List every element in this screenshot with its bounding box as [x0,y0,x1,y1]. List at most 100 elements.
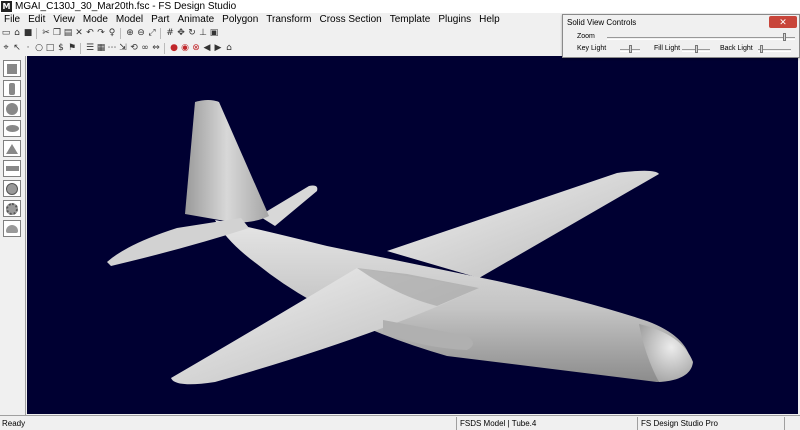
solid-view-controls-panel: Solid View Controls ✕ Zoom Key Light Fil… [562,14,800,58]
copy-icon[interactable]: ❐ [52,28,62,39]
cube-shape-icon[interactable] [3,60,21,77]
open-folder-icon[interactable]: ⌂ [12,28,22,39]
status-product: FS Design Studio Pro [641,419,718,428]
pan-icon[interactable]: ✥ [176,28,186,39]
sphere-shape-icon[interactable] [3,100,21,117]
menu-help[interactable]: Help [475,14,504,25]
arrow-left-icon[interactable]: ◀ [202,43,212,54]
fill-light-slider-track[interactable] [682,45,710,53]
toolbar-separator [160,27,164,39]
menu-plugins[interactable]: Plugins [434,14,475,25]
edit-toolbar: ⌖ ↖ · ○ □ $ ⚑ ☰ ▦ ⋯ ⇲ ⟲ ∞ ⇔ ● ◉ ⊗ ◀ ▶ ⌂ [1,41,561,55]
key-light-slider-track[interactable] [620,45,640,53]
zoom-slider-thumb[interactable] [783,33,786,41]
toolbar-separator [164,42,168,54]
menu-transform[interactable]: Transform [262,14,315,25]
window-title: MGAI_C130J_30_Mar20th.fsc - FS Design St… [15,1,237,12]
menu-cross-section[interactable]: Cross Section [316,14,386,25]
mirror-icon[interactable]: ⇔ [151,43,161,54]
back-light-slider-track[interactable] [758,45,791,53]
wedge-shape-icon[interactable] [3,160,21,177]
fill-light-label: Fill Light [654,45,681,52]
menu-file[interactable]: File [0,14,24,25]
status-divider [637,417,638,430]
rotate-icon[interactable]: ↻ [187,28,197,39]
circle-icon[interactable]: ○ [34,43,44,54]
red-stop-icon[interactable]: ● [169,43,179,54]
cylinder-shape-icon[interactable] [3,80,21,97]
menu-animate[interactable]: Animate [173,14,218,25]
key-light-label: Key Light [577,45,607,52]
window-titlebar: M MGAI_C130J_30_Mar20th.fsc - FS Design … [0,0,800,13]
delete-icon[interactable]: ✕ [74,28,84,39]
status-divider [784,417,785,430]
key-light-slider-thumb[interactable] [629,45,632,53]
menu-mode[interactable]: Mode [79,14,112,25]
select-icon[interactable]: ⌖ [1,43,11,54]
cursor-icon[interactable]: ↖ [12,43,22,54]
menu-part[interactable]: Part [147,14,173,25]
light-bulb-icon[interactable]: ♀ [107,28,117,39]
axes-icon[interactable]: ⊥ [198,28,208,39]
toolbar-separator [80,42,84,54]
zoom-in-icon[interactable]: ⊕ [125,28,135,39]
fill-light-slider-thumb[interactable] [695,45,698,53]
back-light-label: Back Light [720,45,753,52]
red-record-icon[interactable]: ⊗ [191,43,201,54]
close-icon[interactable]: ✕ [769,16,797,28]
scale-icon[interactable]: ⇲ [118,43,128,54]
back-light-slider-thumb[interactable] [760,45,763,53]
dollar-icon[interactable]: $ [56,43,66,54]
fit-view-icon[interactable]: ⤢ [147,28,157,39]
menu-edit[interactable]: Edit [24,14,49,25]
arrow-right-icon[interactable]: ▶ [213,43,223,54]
undo-icon[interactable]: ↶ [85,28,95,39]
hemisphere-shape-icon[interactable] [3,220,21,237]
rectangle-icon[interactable]: □ [45,43,55,54]
rotate-3d-icon[interactable]: ⟲ [129,43,139,54]
grid-view-icon[interactable]: ▦ [96,43,106,54]
far-wing [387,170,659,278]
zoom-slider-track[interactable] [607,33,795,41]
grid-icon[interactable]: # [165,28,175,39]
display-icon[interactable]: ▣ [209,28,219,39]
shape-toolbar [0,56,26,415]
zoom-out-icon[interactable]: ⊖ [136,28,146,39]
status-divider [456,417,457,430]
zoom-label: Zoom [577,33,595,40]
torus-shape-icon[interactable] [3,200,21,217]
status-bar: Ready FSDS Model | Tube.4 FS Design Stud… [0,415,800,430]
cone-shape-icon[interactable] [3,140,21,157]
far-stabilizer [259,185,318,226]
red-circle-icon[interactable]: ◉ [180,43,190,54]
cut-icon[interactable]: ✂ [41,28,51,39]
flag-icon[interactable]: ⚑ [67,43,77,54]
status-model-info: FSDS Model | Tube.4 [460,419,537,428]
status-ready: Ready [2,419,26,428]
sequence-icon[interactable]: ⋯ [107,43,117,54]
menu-polygon[interactable]: Polygon [218,14,262,25]
main-toolbar: ▭ ⌂ ■ ✂ ❐ ▤ ✕ ↶ ↷ ♀ ⊕ ⊖ ⤢ # ✥ ↻ ⊥ ▣ [1,26,561,40]
toolbar-separator [120,27,124,39]
vertical-tail [185,100,269,223]
paste-icon[interactable]: ▤ [63,28,73,39]
toolbar-separator [36,27,40,39]
save-icon[interactable]: ■ [23,28,33,39]
list-icon[interactable]: ☰ [85,43,95,54]
solid-view-viewport[interactable] [27,56,798,414]
fsds-app-icon[interactable]: M [1,1,12,12]
point-icon[interactable]: · [23,43,33,54]
menu-template[interactable]: Template [386,14,435,25]
panel-title: Solid View Controls [567,18,637,27]
menu-view[interactable]: View [49,14,79,25]
menu-bar: File Edit View Mode Model Part Animate P… [0,13,560,26]
aircraft-model-render [107,100,693,385]
geosphere-shape-icon[interactable] [3,180,21,197]
near-stabilizer [107,218,249,266]
redo-icon[interactable]: ↷ [96,28,106,39]
ellipse-shape-icon[interactable] [3,120,21,137]
menu-model[interactable]: Model [112,14,147,25]
warehouse-icon[interactable]: ⌂ [224,43,234,54]
link-icon[interactable]: ∞ [140,43,150,54]
new-file-icon[interactable]: ▭ [1,28,11,39]
